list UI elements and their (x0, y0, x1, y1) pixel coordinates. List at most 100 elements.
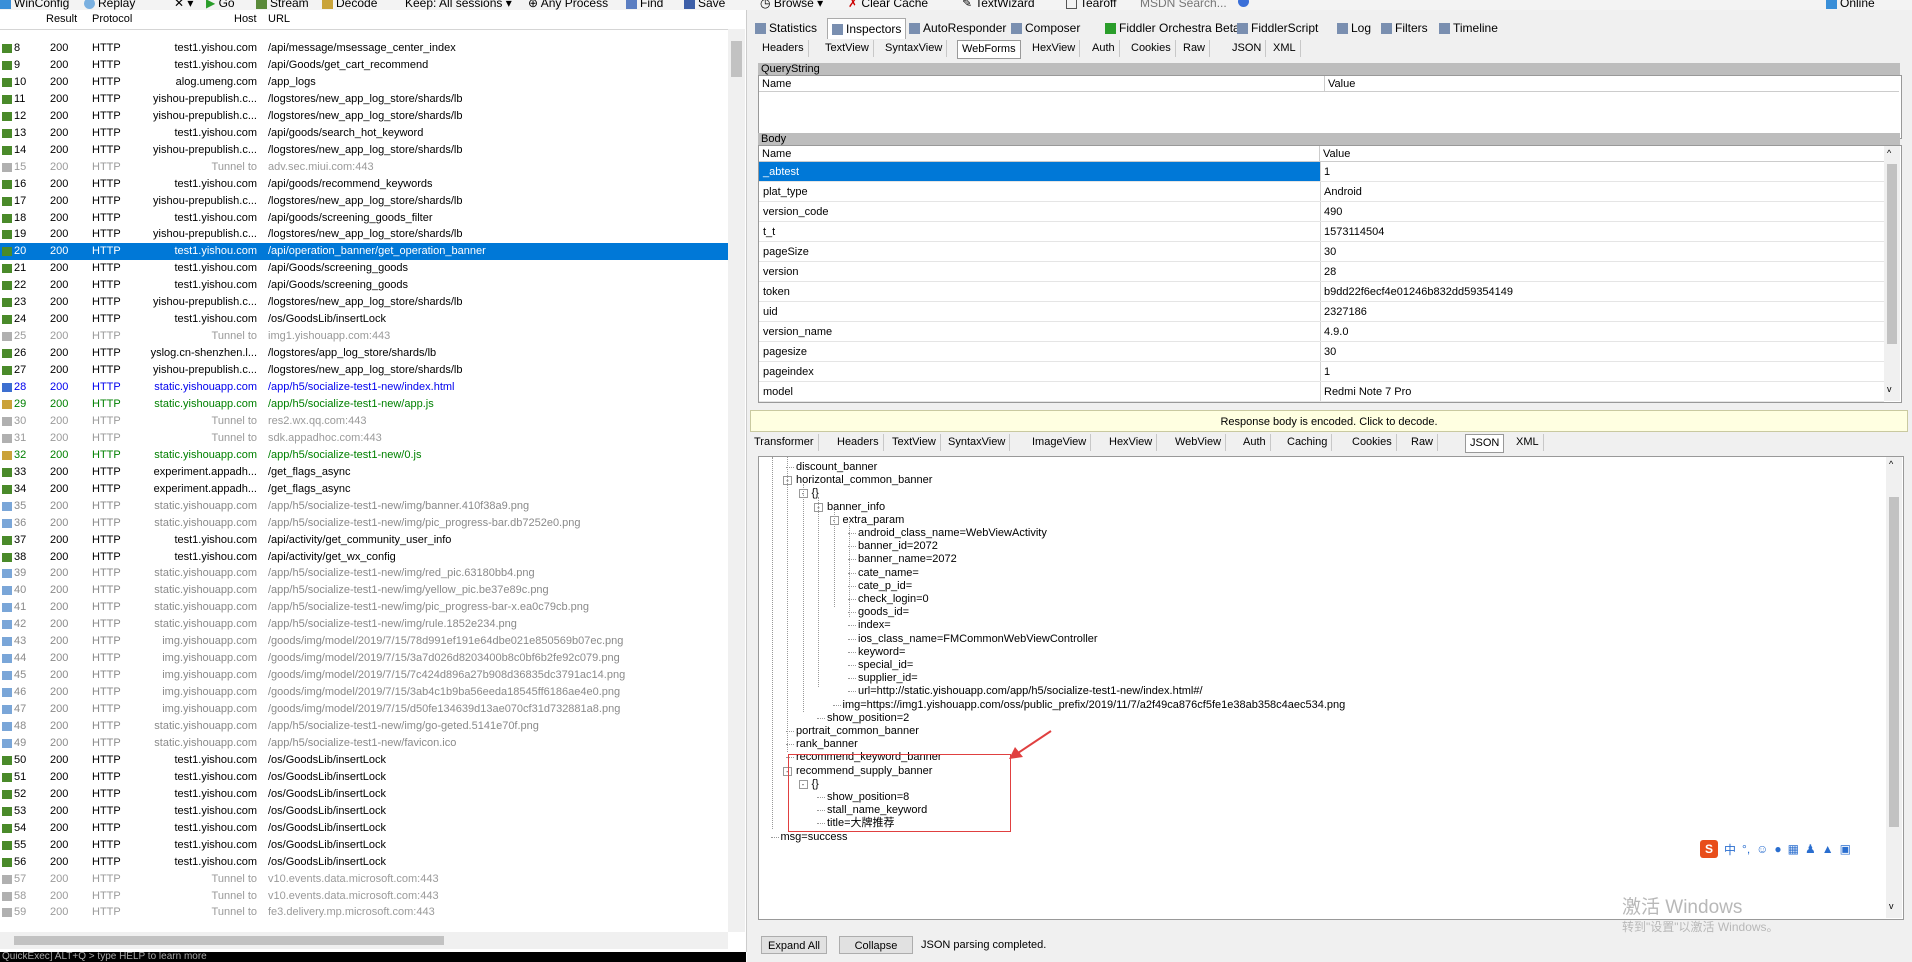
session-row[interactable]: 52 200 HTTP test1.yishou.com/os/GoodsLib/in… (0, 786, 728, 803)
tab-fiddlerscript[interactable]: FiddlerScript (1233, 18, 1322, 38)
session-row[interactable]: 26 200 HTTP yslog.cn-shenzhen.l... /logstore… (0, 345, 728, 362)
ime-mode[interactable]: 中 (1724, 841, 1736, 858)
remove-button[interactable]: ✕ ▾ (174, 0, 193, 10)
session-row[interactable]: 49 200 HTTP static.yishouapp.com/app/h5/soc… (0, 735, 728, 752)
session-row[interactable]: 16 200 HTTP test1.yishou.com/api/goods/reco… (0, 176, 728, 193)
sessions-hscroll-thumb[interactable] (14, 936, 444, 945)
session-row[interactable]: 32 200 HTTP static.yishouapp.com/app/h5/soc… (0, 447, 728, 464)
tab-inspectors[interactable]: Inspectors (827, 18, 907, 39)
go-button[interactable]: ▶ Go (206, 0, 235, 10)
response-tab-hexview[interactable]: HexView (1105, 434, 1158, 451)
body-row[interactable]: version_code 490 (759, 202, 1884, 222)
session-row[interactable]: 24 200 HTTP test1.yishou.com/os/GoodsLib/in… (0, 311, 728, 328)
body-vscroll-thumb[interactable] (1887, 164, 1897, 344)
quickexec-input[interactable]: QuickExec] ALT+Q > type HELP to learn mo… (0, 952, 746, 962)
body-row[interactable]: version_name 4.9.0 (759, 322, 1884, 342)
session-row[interactable]: 57 200 HTTP Tunnel to v10.events.data.micros… (0, 871, 728, 888)
session-row[interactable]: 54 200 HTTP test1.yishou.com/os/GoodsLib/in… (0, 820, 728, 837)
session-row[interactable]: 39 200 HTTP static.yishouapp.com/app/h5/soc… (0, 565, 728, 582)
session-row[interactable]: 27 200 HTTP yishou-prepublish.c... /logstore… (0, 362, 728, 379)
response-tab-xml[interactable]: XML (1512, 434, 1544, 451)
sessions-hscrollbar[interactable] (0, 932, 728, 949)
response-tab-raw[interactable]: Raw (1407, 434, 1439, 451)
sogou-logo-icon[interactable]: S (1700, 840, 1718, 858)
tab-composer[interactable]: Composer (1007, 18, 1084, 38)
session-row[interactable]: 9 200 HTTP test1.yishou.com/api/Goods/get_c… (0, 57, 728, 74)
request-tab-webforms[interactable]: WebForms (957, 40, 1021, 59)
response-tab-caching[interactable]: Caching (1283, 434, 1333, 451)
ime-punct[interactable]: °, (1742, 842, 1750, 856)
body-row[interactable]: pageSize 30 (759, 242, 1884, 262)
request-tab-textview[interactable]: TextView (821, 40, 874, 57)
session-row[interactable]: 15 200 HTTP Tunnel to adv.sec.miui.com:443 (0, 159, 728, 176)
body-row[interactable]: t_t 1573114504 (759, 222, 1884, 242)
response-tab-auth[interactable]: Auth (1239, 434, 1271, 451)
body-row[interactable]: pageindex 1 (759, 362, 1884, 382)
session-row[interactable]: 53 200 HTTP test1.yishou.com/os/GoodsLib/in… (0, 803, 728, 820)
session-row[interactable]: 46 200 HTTP img.yishouapp.com/goods/img/mod… (0, 684, 728, 701)
response-tab-transformer[interactable]: Transformer (750, 434, 819, 451)
session-row[interactable]: 59 200 HTTP Tunnel to fe3.delivery.mp.micros… (0, 904, 728, 921)
response-tab-cookies[interactable]: Cookies (1348, 434, 1397, 451)
body-row[interactable]: uid 2327186 (759, 302, 1884, 322)
keep-sessions-dropdown[interactable]: Keep: All sessions ▾ (405, 0, 512, 10)
session-row[interactable]: 48 200 HTTP static.yishouapp.com/app/h5/soc… (0, 718, 728, 735)
tab-log[interactable]: Log (1333, 18, 1375, 38)
request-tab-json[interactable]: JSON (1228, 40, 1267, 57)
request-tab-raw[interactable]: Raw (1179, 40, 1211, 57)
sessions-vscrollbar[interactable] (728, 29, 745, 932)
body-row[interactable]: model Redmi Note 7 Pro (759, 382, 1884, 402)
session-row[interactable]: 42 200 HTTP static.yishouapp.com/app/h5/soc… (0, 616, 728, 633)
session-row[interactable]: 45 200 HTTP img.yishouapp.com/goods/img/mod… (0, 667, 728, 684)
body-row[interactable]: token b9dd22f6ecf4e01246b832dd59354149 (759, 282, 1884, 302)
body-row[interactable]: pagesize 30 (759, 342, 1884, 362)
request-tab-cookies[interactable]: Cookies (1127, 40, 1176, 57)
session-row[interactable]: 40 200 HTTP static.yishouapp.com/app/h5/soc… (0, 582, 728, 599)
body-row[interactable]: plat_type Android (759, 182, 1884, 202)
session-row[interactable]: 20 200 HTTP test1.yishou.com/api/operation_… (0, 243, 728, 261)
request-tab-auth[interactable]: Auth (1088, 40, 1120, 57)
session-row[interactable]: 36 200 HTTP static.yishouapp.com/app/h5/soc… (0, 515, 728, 532)
response-tab-syntaxview[interactable]: SyntaxView (944, 434, 1011, 451)
sessions-vscroll-thumb[interactable] (731, 41, 742, 77)
tree-vscrollbar[interactable]: ^ v (1886, 457, 1902, 918)
body-row[interactable]: _abtest 1 (759, 162, 1884, 182)
keyboard-icon[interactable]: ▦ (1788, 842, 1799, 856)
help-icon[interactable] (1238, 0, 1249, 10)
decode-button[interactable]: Decode (322, 0, 377, 10)
session-row[interactable]: 47 200 HTTP img.yishouapp.com/goods/img/mod… (0, 701, 728, 718)
tree-scroll-up-icon[interactable]: ^ (1889, 459, 1893, 469)
response-tab-webview[interactable]: WebView (1171, 434, 1227, 451)
col-host[interactable]: Host (234, 13, 257, 25)
emoji-icon[interactable]: ☺ (1756, 842, 1768, 856)
toolbox-icon[interactable]: ▣ (1840, 842, 1851, 856)
session-row[interactable]: 34 200 HTTP experiment.appadh... /get_flags_… (0, 481, 728, 498)
session-row[interactable]: 35 200 HTTP static.yishouapp.com/app/h5/soc… (0, 498, 728, 515)
request-tab-headers[interactable]: Headers (758, 40, 809, 57)
tab-statistics[interactable]: Statistics (751, 18, 821, 38)
session-row[interactable]: 37 200 HTTP test1.yishou.com/api/activity/g… (0, 532, 728, 549)
session-row[interactable]: 58 200 HTTP Tunnel to v10.events.data.micros… (0, 888, 728, 905)
session-row[interactable]: 43 200 HTTP img.yishouapp.com/goods/img/mod… (0, 633, 728, 650)
body-vscrollbar[interactable]: ^ v (1884, 146, 1900, 401)
session-row[interactable]: 41 200 HTTP static.yishouapp.com/app/h5/soc… (0, 599, 728, 616)
col-result[interactable]: Result (46, 13, 77, 25)
session-row[interactable]: 14 200 HTTP yishou-prepublish.c... /logstore… (0, 142, 728, 159)
collapse-button[interactable]: Collapse (839, 936, 913, 954)
session-row[interactable]: 25 200 HTTP Tunnel to img1.yishouapp.com:443 (0, 328, 728, 345)
session-row[interactable]: 8 200 HTTP test1.yishou.com/api/message/mse… (0, 40, 728, 57)
winconfig-button[interactable]: WinConfig (0, 0, 69, 10)
scroll-down-icon[interactable]: v (1887, 384, 1892, 394)
session-row[interactable]: 11 200 HTTP yishou-prepublish.c... /logstore… (0, 91, 728, 108)
tree-scroll-down-icon[interactable]: v (1889, 901, 1894, 911)
session-row[interactable]: 38 200 HTTP test1.yishou.com/api/activity/g… (0, 549, 728, 566)
session-row[interactable]: 51 200 HTTP test1.yishou.com/os/GoodsLib/in… (0, 769, 728, 786)
session-row[interactable]: 21 200 HTTP test1.yishou.com/api/Goods/scre… (0, 260, 728, 277)
tab-filters[interactable]: Filters (1377, 18, 1432, 38)
session-row[interactable]: 44 200 HTTP img.yishouapp.com/goods/img/mod… (0, 650, 728, 667)
response-tab-textview[interactable]: TextView (888, 434, 941, 451)
request-tab-hexview[interactable]: HexView (1028, 40, 1081, 57)
find-button[interactable]: Find (626, 0, 663, 10)
session-row[interactable]: 28 200 HTTP static.yishouapp.com/app/h5/soc… (0, 379, 728, 396)
tearoff-button[interactable]: Tearoff (1066, 0, 1116, 10)
